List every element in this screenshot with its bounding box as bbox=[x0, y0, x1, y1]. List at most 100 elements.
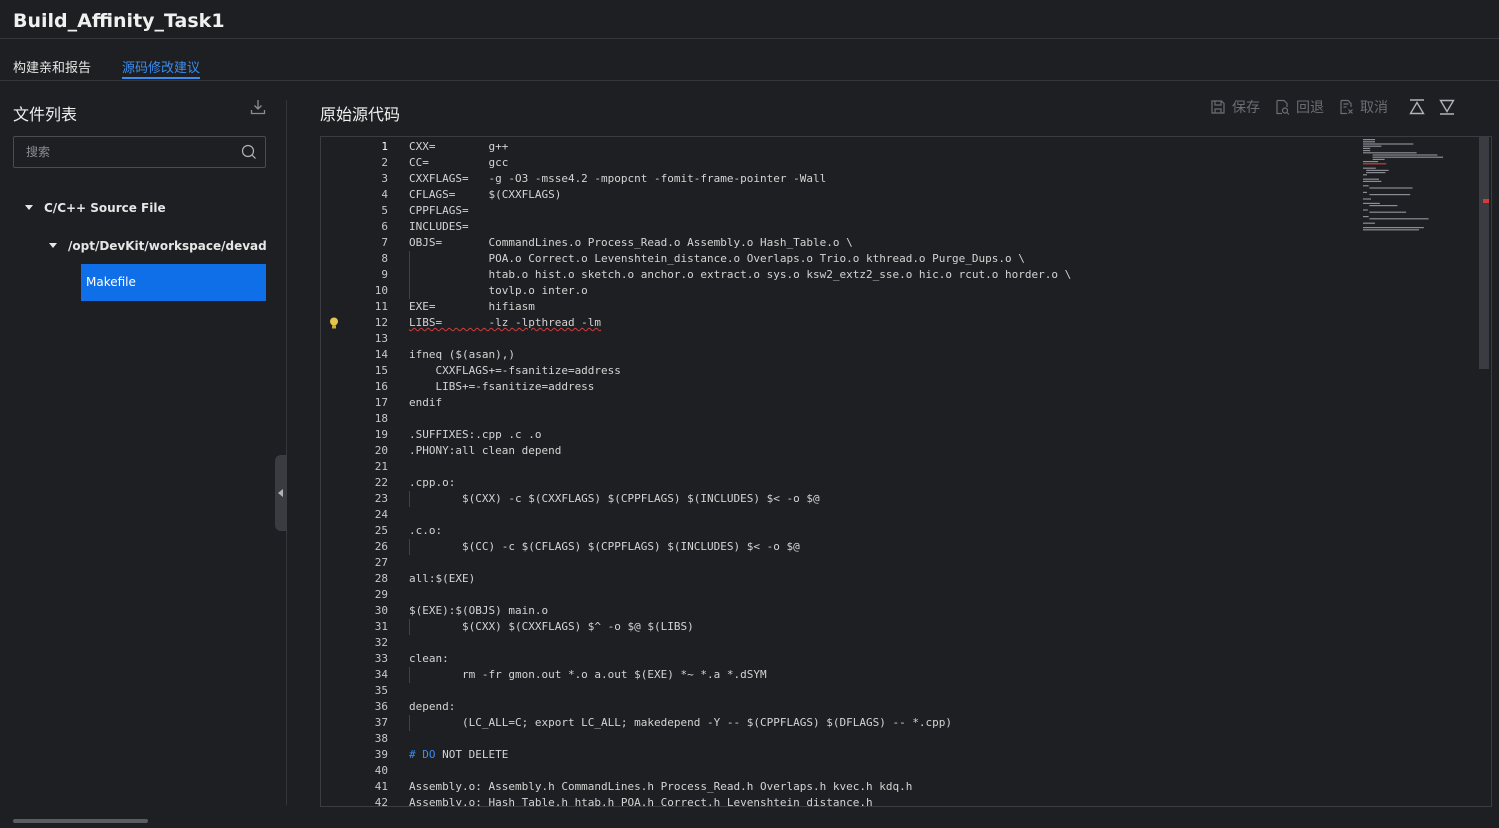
minimap-line bbox=[1363, 141, 1375, 143]
minimap-line bbox=[1366, 172, 1386, 174]
code-text: .SUFFIXES:.cpp .c .o bbox=[409, 428, 542, 441]
minimap-line bbox=[1372, 158, 1385, 160]
line-number: 19 bbox=[374, 428, 388, 441]
minimap-line bbox=[1363, 167, 1376, 169]
line-number: 24 bbox=[374, 508, 388, 521]
minimap-line bbox=[1363, 191, 1367, 193]
revert-button[interactable]: 回退 bbox=[1274, 97, 1324, 117]
caret-down-icon[interactable] bbox=[49, 243, 57, 248]
line-number: 34 bbox=[374, 668, 388, 681]
save-button[interactable]: 保存 bbox=[1210, 97, 1260, 117]
minimap-line bbox=[1369, 194, 1411, 196]
file-list-panel: 文件列表 C/C++ Source File /opt/DevKit/works… bbox=[0, 81, 286, 828]
tab-affinity-report[interactable]: 构建亲和报告 bbox=[13, 57, 91, 79]
minimap-line bbox=[1363, 150, 1371, 152]
code-text: tovlp.o inter.o bbox=[409, 284, 588, 297]
minimap-line bbox=[1363, 152, 1417, 154]
save-icon bbox=[1211, 100, 1225, 114]
line-number: 29 bbox=[374, 588, 388, 601]
code-text: INCLUDES= bbox=[409, 220, 469, 233]
code-text: CPPFLAGS= bbox=[409, 204, 469, 217]
minimap-error-marker bbox=[1483, 199, 1489, 203]
code-editor[interactable]: 1 CXX= g++ 2 CC= gcc 3 CXXFLAGS= -g -O3 -msse… bbox=[320, 136, 1492, 807]
line-number: 31 bbox=[374, 620, 388, 633]
minimap-line bbox=[1363, 139, 1375, 141]
collapse-panel-handle[interactable] bbox=[275, 455, 287, 531]
code-minimap[interactable] bbox=[1361, 137, 1473, 297]
minimap-line bbox=[1369, 187, 1413, 189]
minimap-line bbox=[1363, 185, 1369, 187]
horizontal-scrollbar[interactable] bbox=[13, 819, 148, 823]
minimap-line bbox=[1372, 154, 1438, 156]
line-number: 13 bbox=[374, 332, 388, 345]
line-number: 33 bbox=[374, 652, 388, 665]
code-text: $(EXE):$(OBJS) main.o bbox=[409, 604, 549, 617]
minimap-line bbox=[1363, 174, 1367, 176]
caret-down-icon[interactable] bbox=[25, 205, 33, 210]
tree-file-makefile[interactable]: Makefile bbox=[81, 264, 266, 301]
error-squiggle: LIBS= -lz -lpthread -lm bbox=[409, 316, 602, 329]
line-number: 28 bbox=[374, 572, 388, 585]
search-input[interactable] bbox=[24, 144, 228, 160]
line-number: 7 bbox=[381, 236, 388, 249]
line-number: 14 bbox=[374, 348, 388, 361]
code-text: endif bbox=[409, 396, 443, 409]
cancel-button[interactable]: 取消 bbox=[1338, 97, 1388, 117]
code-text: CC= gcc bbox=[409, 156, 509, 169]
line-number: 16 bbox=[374, 380, 388, 393]
code-text: ifneq ($(asan),) bbox=[409, 348, 515, 361]
code-text: clean: bbox=[409, 652, 449, 665]
line-number: 27 bbox=[374, 556, 388, 569]
minimap-line bbox=[1366, 169, 1389, 171]
code-text: Assembly.o: Assembly.h CommandLines.h Pr… bbox=[409, 780, 913, 793]
search-icon[interactable] bbox=[241, 144, 257, 160]
editor-toolbar: 保存 回退 取消 bbox=[1210, 97, 1456, 117]
minimap-line bbox=[1363, 147, 1371, 149]
minimap-line bbox=[1363, 163, 1387, 165]
tab-source-suggestions[interactable]: 源码修改建议 bbox=[122, 57, 201, 79]
code-text: LIBS= -lz -lpthread -lm bbox=[409, 315, 601, 331]
cancel-icon bbox=[1340, 99, 1353, 115]
revert-label: 回退 bbox=[1296, 100, 1324, 116]
code-text: .PHONY:all clean depend bbox=[409, 444, 562, 457]
minimap-line bbox=[1363, 178, 1379, 180]
line-number: 18 bbox=[374, 412, 388, 425]
code-text: .c.o: bbox=[409, 524, 443, 537]
code-text: OBJS= CommandLines.o Process_Read.o Asse… bbox=[409, 236, 853, 249]
line-number: 5 bbox=[381, 204, 388, 217]
source-code-title: 原始源代码 bbox=[320, 105, 401, 124]
line-number: 37 bbox=[374, 716, 388, 729]
minimap-line bbox=[1369, 218, 1429, 220]
code-text: .cpp.o: bbox=[409, 476, 456, 489]
tree-node-workspace-folder[interactable]: /opt/DevKit/workspace/devadmin/ bbox=[49, 239, 266, 253]
code-text: LIBS+=-fsanitize=address bbox=[409, 380, 595, 393]
page-title: Build_Affinity_Task1 bbox=[13, 10, 225, 32]
line-number: 25 bbox=[374, 524, 388, 537]
minimap-line bbox=[1363, 202, 1380, 204]
tree-node-source-file[interactable]: C/C++ Source File bbox=[25, 201, 166, 215]
line-number: 4 bbox=[381, 188, 388, 201]
code-text: # DO NOT DELETE bbox=[409, 748, 509, 761]
download-icon[interactable] bbox=[250, 99, 266, 115]
tree-node-label: C/C++ Source File bbox=[44, 201, 166, 215]
line-number: 30 bbox=[374, 604, 388, 617]
line-number: 1 bbox=[381, 140, 388, 153]
line-number: 32 bbox=[374, 636, 388, 649]
vertical-scrollbar[interactable] bbox=[1479, 137, 1489, 369]
minimap-line bbox=[1363, 161, 1379, 163]
previous-issue-icon[interactable] bbox=[1408, 98, 1426, 116]
next-issue-icon[interactable] bbox=[1438, 98, 1456, 116]
lightbulb-icon[interactable] bbox=[329, 317, 339, 329]
line-number: 23 bbox=[374, 492, 388, 505]
code-text: Assembly.o: Hash_Table.h htab.h POA.h Co… bbox=[409, 796, 873, 807]
code-text: EXE= hifiasm bbox=[409, 300, 535, 313]
code-text: POA.o Correct.o Levenshtein_distance.o O… bbox=[409, 252, 1025, 265]
minimap-line bbox=[1372, 156, 1443, 158]
line-number: 22 bbox=[374, 476, 388, 489]
line-number: 20 bbox=[374, 444, 388, 457]
code-text: (LC_ALL=C; export LC_ALL; makedepend -Y … bbox=[409, 716, 953, 729]
minimap-line bbox=[1363, 198, 1371, 200]
code-text: depend: bbox=[409, 700, 456, 713]
line-number: 10 bbox=[374, 284, 388, 297]
minimap-line bbox=[1363, 180, 1382, 182]
